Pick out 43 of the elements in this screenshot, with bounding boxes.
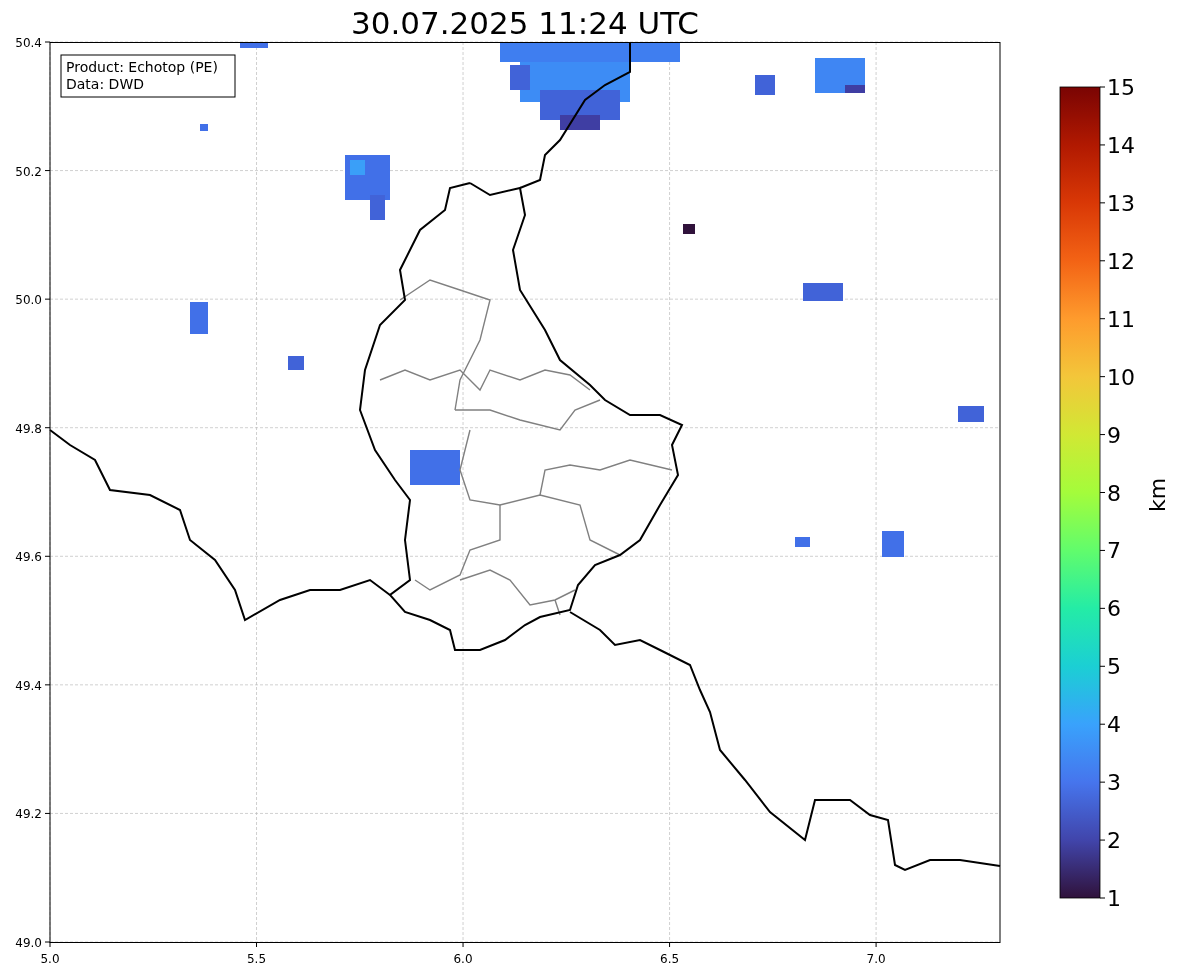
tick-label: 7.0 [866,952,886,966]
tick-label: 50.2 [15,164,42,179]
tick-label: 15 [1107,75,1135,100]
tick-label: 8 [1107,480,1121,506]
tick-label: 11 [1107,306,1135,332]
tick-label: 49.2 [15,807,42,822]
tick-label: 6.5 [660,952,680,966]
radar-echo-drawing [345,155,390,220]
tick-label: 12 [1107,248,1135,274]
tick-label: 5.5 [246,952,267,966]
radar-echo-drawing [795,537,810,547]
radar-echo-drawing [958,406,984,422]
tick-label: 1 [1107,886,1121,911]
tick-label: 49.8 [15,421,42,436]
tick-label: 5 [1107,654,1121,680]
tick-label: 13 [1107,190,1135,216]
tick-label: 6.0 [453,952,473,966]
tick-label: 4 [1107,712,1121,738]
tick-label: 5.0 [40,952,60,966]
tick-label: 50.4 [15,36,42,50]
radar-echo-drawing [755,75,775,95]
tick-label: 6 [1107,596,1121,622]
tick-label: 50.0 [15,293,42,308]
radar-echo-drawing [410,450,460,485]
tick-label: 10 [1107,364,1135,390]
radar-echo-drawing [288,356,304,370]
colorbar-label: km [1145,477,1170,513]
tick-label: 9 [1107,422,1121,448]
tick-label: 49.0 [15,936,42,950]
tick-label: 3 [1107,770,1121,796]
chart-title: 30.07.2025 11:24 UTC [350,4,700,42]
info-text: Product: Echotop (PE) [66,59,218,75]
radar-echo-drawing [815,58,865,93]
tick-label: 14 [1107,132,1135,158]
tick-label: 49.6 [15,550,42,565]
info-text: Data: DWD [66,76,144,92]
radar-echo-drawing [882,531,904,557]
radar-echo-drawing [803,283,843,301]
tick-label: 2 [1107,828,1121,854]
radar-echo-drawing [190,302,208,334]
radar-echo-drawing [683,224,695,234]
tick-label: 49.4 [15,678,42,693]
tick-label: 7 [1107,538,1121,564]
